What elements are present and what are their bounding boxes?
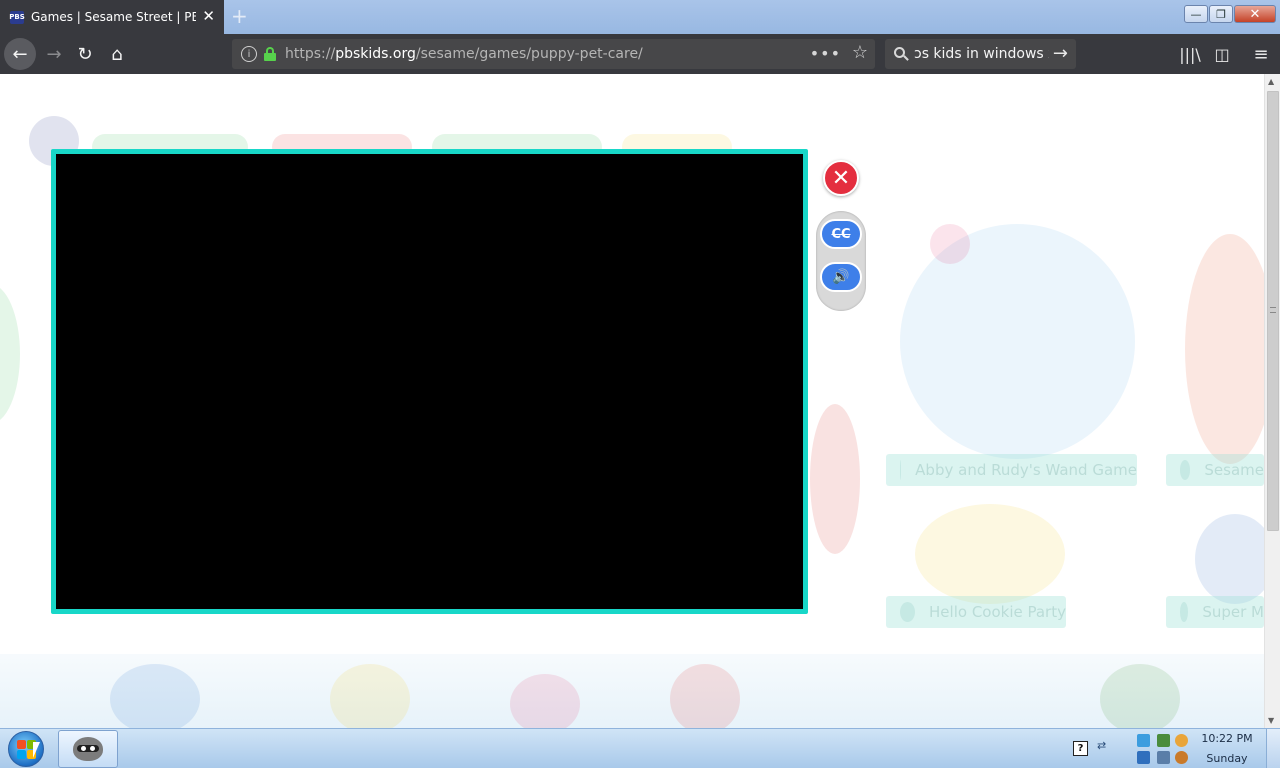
faded-character	[110, 664, 200, 728]
forward-button[interactable]: →	[38, 38, 70, 70]
game-card-icon	[900, 460, 902, 480]
address-bar[interactable]: i https://pbskids.org/sesame/games/puppy…	[232, 39, 875, 69]
faded-game-card[interactable]: Hello Cookie Party	[886, 596, 1066, 628]
game-controls-panel: CC 🔊	[816, 211, 866, 311]
search-input[interactable]: ɔs kids in windows xp	[914, 46, 1049, 62]
bookmark-star-icon[interactable]: ☆	[852, 42, 868, 63]
tray-volume-icon[interactable]	[1175, 751, 1188, 764]
faded-character	[1100, 664, 1180, 728]
faded-game-card[interactable]: Super M	[1166, 596, 1264, 628]
closed-captions-button[interactable]: CC	[820, 219, 862, 249]
faded-character	[0, 284, 20, 424]
clock-day[interactable]: Sunday	[1198, 752, 1256, 765]
scroll-up-arrow-icon[interactable]: ▲	[1268, 77, 1274, 86]
tray-network-icon[interactable]	[1157, 734, 1170, 747]
game-card-icon	[1180, 602, 1189, 622]
windows-logo-icon	[17, 740, 26, 749]
faded-character	[510, 674, 580, 728]
tray-app-icon[interactable]	[1137, 751, 1150, 764]
show-desktop-button[interactable]	[1266, 729, 1280, 768]
close-game-button[interactable]: ✕	[823, 160, 859, 196]
faded-character	[810, 404, 860, 554]
url-text[interactable]: https://pbskids.org/sesame/games/puppy-p…	[285, 46, 643, 62]
new-tab-button[interactable]: +	[231, 5, 248, 27]
reload-button[interactable]: ↻	[69, 38, 101, 70]
cc-icon: CC	[831, 226, 851, 242]
info-icon[interactable]: i	[241, 46, 257, 62]
sidebar-icon[interactable]: ◫	[1210, 42, 1234, 66]
faded-character	[670, 664, 740, 728]
taskbar: ? ⇄ 10:22 PM Sunday	[0, 728, 1280, 768]
lock-icon	[264, 47, 276, 61]
back-button[interactable]: ←	[4, 38, 36, 70]
url-host: pbskids.org	[335, 46, 416, 62]
faded-game-art	[915, 504, 1065, 604]
window-close-button[interactable]: ✕	[1234, 5, 1276, 23]
faded-game-card[interactable]: Sesame	[1166, 454, 1264, 486]
page-content: Abby and Rudy's Wand Game Sesame Hello C…	[0, 74, 1264, 728]
maximize-button[interactable]: ❐	[1209, 5, 1233, 23]
game-card-title: Hello Cookie Party	[929, 603, 1066, 621]
url-path: /sesame/games/puppy-pet-care/	[415, 46, 643, 62]
sound-button[interactable]: 🔊	[820, 262, 862, 292]
faded-game-art	[900, 224, 1135, 459]
vertical-scrollbar[interactable]: ▲ ▼	[1264, 74, 1280, 728]
minimize-button[interactable]: —	[1184, 5, 1208, 23]
help-icon[interactable]: ?	[1073, 741, 1088, 756]
raccoon-app-icon	[73, 737, 103, 761]
search-go-icon[interactable]: →	[1053, 43, 1068, 64]
faded-character	[330, 664, 410, 728]
pbs-favicon-icon: PBS	[9, 10, 25, 24]
scroll-grip-icon	[1270, 307, 1276, 313]
tray-app-icon[interactable]	[1137, 734, 1150, 747]
tab-pbs-kids-games[interactable]: PBS Games | Sesame Street | PBS KIDS ✕	[0, 0, 224, 34]
tab-title: Games | Sesame Street | PBS KIDS	[31, 10, 196, 24]
faded-character	[930, 224, 970, 264]
library-icon[interactable]: |||\	[1178, 42, 1202, 66]
game-card-title: Super M	[1202, 603, 1264, 621]
scroll-down-arrow-icon[interactable]: ▼	[1268, 716, 1274, 725]
faded-character	[1185, 234, 1264, 464]
faded-game-card[interactable]: Abby and Rudy's Wand Game	[886, 454, 1137, 486]
tab-close-icon[interactable]: ✕	[202, 8, 215, 24]
url-scheme: https://	[285, 46, 336, 62]
speaker-icon: 🔊	[832, 269, 850, 285]
search-icon	[894, 47, 909, 61]
scroll-thumb[interactable]	[1267, 91, 1279, 531]
page-actions-icon[interactable]: •••	[810, 44, 841, 63]
tab-strip: PBS Games | Sesame Street | PBS KIDS ✕ +…	[0, 0, 1280, 34]
clock-time[interactable]: 10:22 PM	[1198, 732, 1256, 745]
hamburger-menu-icon[interactable]: ≡	[1249, 42, 1273, 66]
taskbar-browser-app[interactable]	[58, 730, 118, 768]
navigation-toolbar: ← → ↻ ⌂ i https://pbskids.org/sesame/gam…	[0, 34, 1280, 74]
game-card-title: Sesame	[1204, 461, 1264, 479]
game-card-title: Abby and Rudy's Wand Game	[915, 461, 1137, 479]
mouse-cursor-icon	[33, 742, 40, 758]
game-card-icon	[1180, 460, 1191, 480]
tray-overflow-icon[interactable]: ⇄	[1097, 739, 1106, 752]
tray-app-icon[interactable]	[1175, 734, 1188, 747]
faded-character	[1195, 514, 1264, 604]
tray-display-icon[interactable]	[1157, 751, 1170, 764]
game-card-icon	[900, 602, 916, 622]
search-bar[interactable]: ɔs kids in windows xp →	[885, 39, 1076, 69]
game-player-frame[interactable]	[51, 149, 808, 614]
home-button[interactable]: ⌂	[101, 38, 133, 70]
